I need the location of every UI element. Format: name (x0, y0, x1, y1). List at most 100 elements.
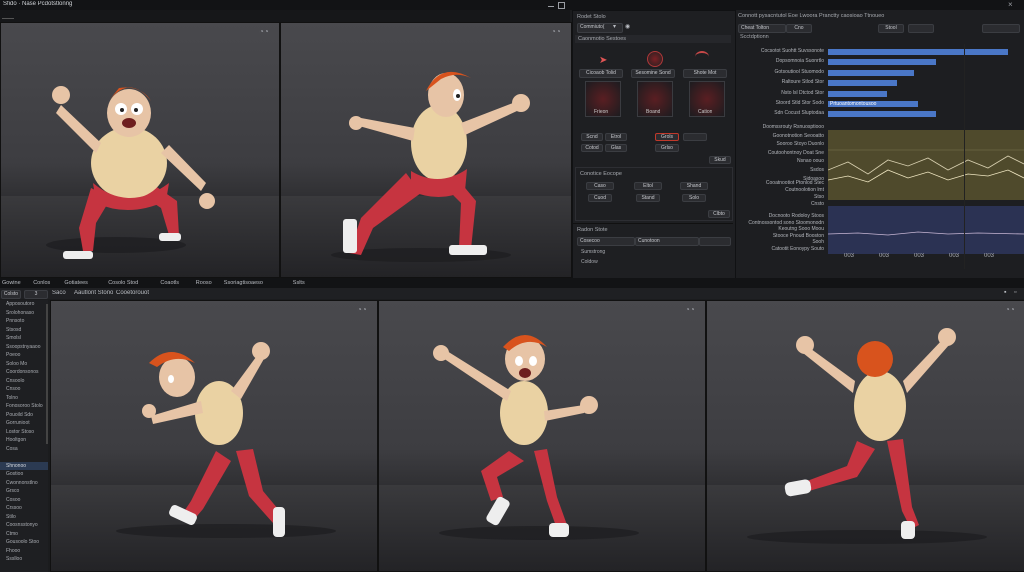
outliner-item[interactable]: Coordonsonos (0, 368, 48, 377)
outliner-item[interactable]: Fonosoroo Stolo (0, 402, 48, 411)
row-b-button-2[interactable]: Glas (605, 144, 627, 152)
group-tag-3[interactable]: Solo (682, 194, 706, 202)
toolbar-select[interactable]: 3 (24, 290, 48, 299)
row-a-button-2[interactable]: Etrol (605, 133, 627, 141)
playhead-line[interactable] (964, 44, 965, 269)
toolbar-dropdown[interactable]: Colsto (1, 290, 21, 299)
bar[interactable] (828, 90, 887, 97)
outliner-item[interactable]: Lostor Stoso (0, 428, 48, 437)
minimize-icon[interactable] (548, 2, 554, 7)
outliner-item[interactable]: Gorrunioot (0, 419, 48, 428)
section-header[interactable]: Caonmotio Sestoes (575, 35, 731, 43)
sub-dropdown-2[interactable]: Cunotoon (635, 237, 699, 246)
bar[interactable]: Prtuoantomontousoo (828, 101, 919, 107)
sub-list-item-1[interactable]: Sumstrong (575, 247, 623, 257)
viewport-tab-3[interactable]: Cooetorouot (116, 290, 149, 296)
graph-tab-5[interactable] (982, 24, 1020, 33)
lock-icon[interactable]: ▪ (1004, 289, 1006, 296)
sub-list-item-2[interactable]: Coldow (575, 257, 623, 267)
graph-tab-2[interactable]: Cno (786, 24, 812, 33)
sub-dropdown-3[interactable] (699, 237, 731, 246)
group-slot-1[interactable]: Caso (586, 182, 614, 190)
viewport-tab-2[interactable]: Aautlont Stono (74, 290, 113, 296)
graph-tab-1[interactable]: Cheat Tolton (738, 24, 786, 33)
group-apply-button[interactable]: Clbto (708, 210, 730, 218)
viewport-tab-1[interactable]: Saco (52, 290, 66, 296)
mode-dropdown[interactable]: Commiuto( (577, 23, 623, 33)
bar[interactable] (828, 80, 897, 87)
chevron-down-icon[interactable]: ▾ (613, 23, 616, 30)
outliner-item[interactable]: Soloo Mo (0, 360, 48, 369)
record-tool-icon[interactable] (647, 51, 663, 67)
viewport-2[interactable]: ◔◔ (280, 22, 572, 278)
row-a-button-4[interactable] (683, 133, 707, 141)
outliner-item[interactable]: Cwonnonstlno (0, 479, 48, 488)
tool-button-2[interactable]: Sesomine Sond (631, 69, 675, 78)
outliner-item[interactable]: Smolsl (0, 334, 48, 343)
menu-item[interactable]: Gowine (2, 280, 21, 286)
side-button[interactable]: Skud (709, 156, 731, 164)
outliner-item[interactable]: Pnnsoto (0, 317, 48, 326)
viewport-4[interactable]: ◔◔ (378, 300, 706, 572)
curve-tool-icon[interactable] (695, 51, 709, 63)
bar[interactable] (828, 59, 936, 66)
row-a-button-3[interactable]: Grols (655, 133, 679, 141)
arrow-tool-icon[interactable]: ➤ (599, 55, 607, 66)
tool-button-3[interactable]: Shote Mot (683, 69, 727, 78)
menu-item[interactable]: Gotiatees (64, 280, 88, 286)
preview-tile-1[interactable]: Frieon (585, 81, 621, 117)
outliner-item[interactable]: Srolohonaso (0, 309, 48, 318)
bar[interactable] (828, 49, 1009, 55)
outliner-item[interactable] (0, 453, 48, 462)
outliner-item[interactable]: Grsco (0, 487, 48, 496)
outliner-item[interactable]: Fhooo (0, 547, 48, 556)
outliner-item[interactable]: Gostioo (0, 470, 48, 479)
menu-item[interactable]: Conlos (33, 280, 50, 286)
group-slot-2[interactable]: Eltol (634, 182, 662, 190)
maximize-icon[interactable] (558, 2, 565, 9)
group-tag-1[interactable]: Cuod (588, 194, 612, 202)
graph-tab-3[interactable]: Stool (878, 24, 904, 33)
preview-tile-3[interactable]: Cation (689, 81, 725, 117)
outliner-item[interactable]: Coosnsstonyo (0, 521, 48, 530)
graph-tab-4[interactable] (908, 24, 934, 33)
outliner-item[interactable]: Tolno (0, 394, 48, 403)
tool-button-1[interactable]: Cicoaob Tolid (579, 69, 623, 78)
group-tag-2[interactable]: Stand (636, 194, 660, 202)
viewport-menu-icon[interactable] (2, 12, 14, 19)
row-b-button-1[interactable]: Cotod (581, 144, 603, 152)
bar[interactable] (828, 69, 915, 76)
outliner-item[interactable]: Shnonoo (0, 461, 48, 470)
outliner-item[interactable]: Ssoopstnyaaoo (0, 343, 48, 352)
viewport-1[interactable]: ◔◔ (0, 22, 280, 278)
outliner-item[interactable]: Ctmo (0, 530, 48, 539)
preview-tile-2[interactable]: Boand (637, 81, 673, 117)
menu-item[interactable]: Rooso (196, 280, 212, 286)
outliner-item[interactable]: Apposoutoro (0, 300, 48, 309)
outliner-item[interactable]: Pouoild Sdo (0, 411, 48, 420)
menu-item[interactable]: Coaotls (160, 280, 179, 286)
viewport-5[interactable]: ◔◔ (706, 300, 1024, 572)
menu-item[interactable]: Ssoriagtisoaeso (224, 280, 263, 286)
bar[interactable] (828, 111, 936, 118)
outliner-item[interactable]: Cosoo (0, 496, 48, 505)
outliner-item[interactable]: Crssoo (0, 504, 48, 513)
outliner-item[interactable]: Cosa (0, 445, 48, 454)
menu-item[interactable]: Sslts (293, 280, 305, 286)
expand-icon[interactable]: ▫ (1014, 289, 1016, 296)
outliner-item[interactable]: Stilo (0, 513, 48, 522)
sub-dropdown-1[interactable]: Cosecoo (577, 237, 635, 246)
outliner-item[interactable]: Gousoolo Stoo (0, 538, 48, 547)
outliner-item[interactable]: Cnsoo (0, 385, 48, 394)
outliner-item[interactable]: Hooltgon (0, 436, 48, 445)
outliner-item[interactable]: Poeoo (0, 351, 48, 360)
row-a-button-1[interactable]: Scnd (581, 133, 603, 141)
outliner-item[interactable]: Cnsoolo (0, 377, 48, 386)
outliner-item[interactable]: Stsosd (0, 326, 48, 335)
eye-icon[interactable]: ◉ (625, 23, 630, 30)
menu-item[interactable]: Cosolo Stod (108, 280, 138, 286)
close-icon[interactable]: × (1008, 0, 1013, 9)
viewport-3[interactable]: ◔◔ (50, 300, 378, 572)
group-slot-3[interactable]: Shand (680, 182, 708, 190)
outliner-scrollbar[interactable] (46, 304, 48, 444)
